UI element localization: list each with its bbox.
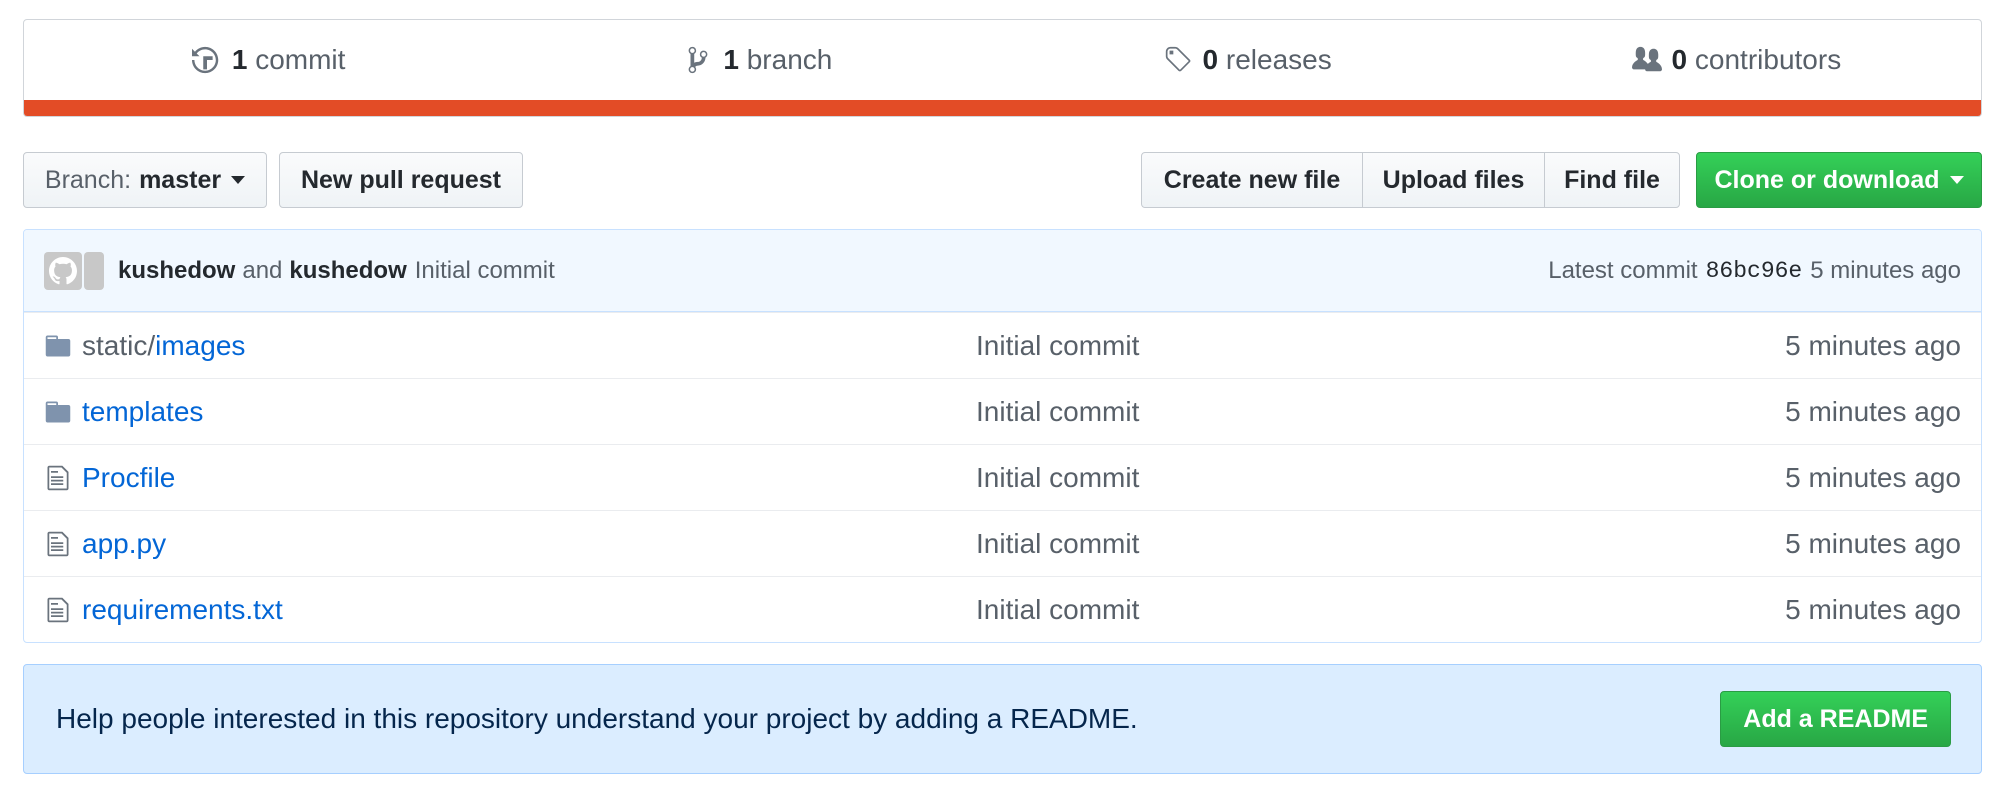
readme-prompt-text: Help people interested in this repositor… [56, 703, 1138, 734]
file-name[interactable]: Procfile [82, 462, 976, 494]
github-octocat-icon [49, 256, 77, 284]
file-row: Procfile Initial commit 5 minutes ago [24, 444, 1981, 510]
add-readme-button[interactable]: Add a README [1720, 691, 1951, 747]
file-commit-message[interactable]: Initial commit [976, 594, 1576, 626]
file-list: kushedow and kushedow Initial commit Lat… [23, 229, 1982, 643]
folder-icon [44, 397, 74, 427]
folder-icon [44, 331, 74, 361]
file-text-icon [44, 463, 74, 493]
file-link[interactable]: Procfile [82, 462, 175, 493]
releases-link[interactable]: 0 releases [1003, 44, 1492, 76]
file-row: requirements.txt Initial commit 5 minute… [24, 576, 1981, 642]
file-age: 5 minutes ago [1785, 329, 1961, 361]
file-row: static/images Initial commit 5 minutes a… [24, 312, 1981, 378]
contributors-link[interactable]: 0 contributors [1492, 44, 1981, 76]
file-link[interactable]: requirements.txt [82, 594, 283, 625]
file-row: templates Initial commit 5 minutes ago [24, 378, 1981, 444]
repo-summary: 1 commit 1 branch 0 releases 0 contribut… [23, 19, 1982, 117]
branch-name: master [139, 165, 222, 194]
commits-label: commit [255, 44, 346, 75]
file-link[interactable]: images [155, 330, 245, 361]
commit-author[interactable]: kushedow [118, 257, 235, 285]
avatar[interactable] [84, 251, 104, 290]
file-navigation: Branch: master New pull request Create n… [23, 152, 1982, 208]
clone-or-download-label: Clone or download [1714, 165, 1940, 194]
commit-committer[interactable]: kushedow [289, 257, 406, 285]
branches-label: branch [746, 44, 833, 75]
commits-link[interactable]: 1 commit [24, 44, 513, 76]
releases-count: 0 [1202, 44, 1219, 75]
file-age: 5 minutes ago [1785, 395, 1961, 427]
commit-age: 5 minutes ago [1810, 256, 1961, 284]
commit-conjunction: and [242, 256, 283, 284]
file-row: app.py Initial commit 5 minutes ago [24, 510, 1981, 576]
find-file-button[interactable]: Find file [1544, 152, 1680, 208]
file-name[interactable]: app.py [82, 528, 976, 560]
create-new-file-button[interactable]: Create new file [1141, 152, 1363, 208]
file-link[interactable]: templates [82, 396, 203, 427]
branch-icon [689, 46, 708, 74]
tag-icon [1165, 46, 1190, 72]
file-name[interactable]: static/images [82, 330, 976, 362]
branches-link[interactable]: 1 branch [513, 44, 1002, 76]
file-age: 5 minutes ago [1785, 593, 1961, 625]
clone-or-download-button[interactable]: Clone or download [1696, 152, 1982, 208]
file-text-icon [44, 529, 74, 559]
people-icon [1631, 46, 1662, 72]
readme-prompt: Help people interested in this repositor… [23, 664, 1982, 774]
commit-sha[interactable]: 86bc96e [1706, 258, 1803, 284]
contributors-count: 0 [1671, 44, 1688, 75]
file-name[interactable]: templates [82, 396, 976, 428]
file-age: 5 minutes ago [1785, 461, 1961, 493]
releases-label: releases [1225, 44, 1332, 75]
latest-commit-info: Latest commit 86bc96e 5 minutes ago [1548, 257, 1961, 285]
commits-count: 1 [231, 44, 248, 75]
file-commit-message[interactable]: Initial commit [976, 330, 1576, 362]
history-icon [191, 46, 219, 74]
caret-down-icon [231, 176, 246, 184]
branch-select-button[interactable]: Branch: master [23, 152, 267, 208]
file-commit-message[interactable]: Initial commit [976, 528, 1576, 560]
upload-files-button[interactable]: Upload files [1362, 152, 1545, 208]
file-link[interactable]: app.py [82, 528, 166, 559]
file-path-prefix[interactable]: static/ [82, 330, 155, 361]
language-bar[interactable] [24, 100, 1981, 116]
file-age: 5 minutes ago [1785, 527, 1961, 559]
file-commit-message[interactable]: Initial commit [976, 462, 1576, 494]
avatar[interactable] [44, 251, 82, 290]
latest-commit-label: Latest commit [1548, 256, 1698, 284]
branches-count: 1 [723, 44, 739, 75]
file-actions-group: Create new file Upload files Find file [1141, 152, 1680, 208]
caret-down-icon [1949, 176, 1964, 184]
file-commit-message[interactable]: Initial commit [976, 396, 1576, 428]
contributors-label: contributors [1694, 44, 1842, 75]
commit-avatars[interactable] [44, 251, 106, 290]
file-name[interactable]: requirements.txt [82, 594, 976, 626]
branch-prefix: Branch: [44, 165, 132, 194]
latest-commit-bar: kushedow and kushedow Initial commit Lat… [24, 230, 1981, 312]
file-text-icon [44, 595, 74, 625]
new-pull-request-button[interactable]: New pull request [279, 152, 523, 208]
commit-message[interactable]: Initial commit [415, 257, 555, 285]
